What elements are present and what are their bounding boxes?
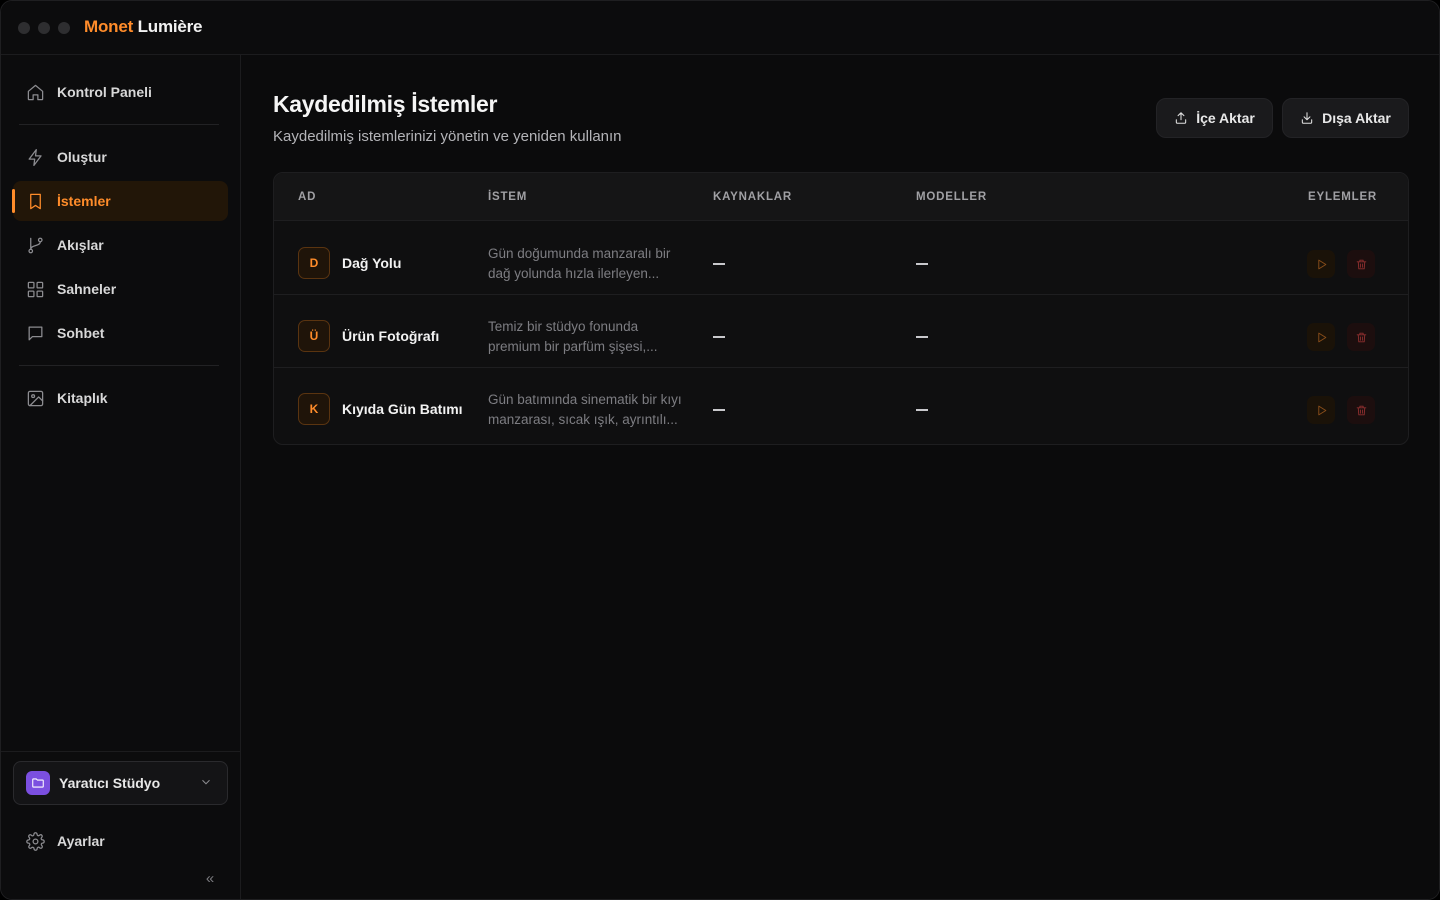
table-row[interactable]: K Kıyıda Gün Batımı Gün batımında sinema…	[274, 368, 1408, 441]
window-controls	[18, 22, 70, 34]
sidebar-item-flows[interactable]: Akışlar	[13, 225, 228, 265]
column-header-actions: EYLEMLER	[1308, 191, 1378, 203]
chat-icon	[25, 323, 45, 343]
import-label: İçe Aktar	[1196, 110, 1255, 126]
prompt-name: Kıyıda Gün Batımı	[342, 401, 463, 417]
home-icon	[25, 82, 45, 102]
sidebar-item-settings[interactable]: Ayarlar	[13, 821, 228, 861]
import-button[interactable]: İçe Aktar	[1156, 98, 1273, 138]
trash-icon	[1356, 259, 1366, 269]
export-button[interactable]: Dışa Aktar	[1282, 98, 1409, 138]
sidebar-bottom-divider	[1, 751, 241, 752]
models-empty: —	[916, 409, 928, 411]
sidebar-item-label: Oluştur	[57, 149, 107, 165]
page-subtitle: Kaydedilmiş istemlerinizi yönetin ve yen…	[273, 128, 622, 145]
close-window-button[interactable]	[18, 22, 30, 34]
upload-icon	[1175, 112, 1187, 124]
trash-icon	[1356, 332, 1366, 342]
models-empty: —	[916, 336, 928, 338]
brand-logo: Monet Lumière	[84, 17, 203, 37]
sidebar-item-label: Sahneler	[57, 281, 117, 297]
table-row[interactable]: Ü Ürün Fotoğrafı Temiz bir stüdyo fonund…	[274, 295, 1408, 368]
git-branch-icon	[25, 235, 45, 255]
run-prompt-button[interactable]	[1307, 250, 1335, 278]
delete-prompt-button[interactable]	[1347, 250, 1375, 278]
run-prompt-button[interactable]	[1307, 396, 1335, 424]
table-header: AD İSTEM KAYNAKLAR MODELLER EYLEMLER	[274, 173, 1408, 221]
trash-icon	[1356, 405, 1366, 415]
delete-prompt-button[interactable]	[1347, 396, 1375, 424]
download-icon	[1301, 112, 1313, 124]
delete-prompt-button[interactable]	[1347, 323, 1375, 351]
workspace-selector[interactable]: Yaratıcı Stüdyo	[13, 761, 228, 805]
brand-rest: Lumière	[137, 17, 203, 36]
bookmark-icon	[25, 191, 45, 211]
sidebar-item-label: İstemler	[57, 193, 111, 209]
gear-icon	[25, 831, 45, 851]
table-row[interactable]: D Dağ Yolu Gün doğumunda manzaralı bir d…	[274, 222, 1408, 295]
export-label: Dışa Aktar	[1322, 110, 1391, 126]
prompt-avatar: Ü	[298, 320, 330, 352]
play-icon	[1317, 405, 1326, 415]
play-icon	[1317, 259, 1326, 269]
sidebar-item-label: Kitaplık	[57, 390, 108, 406]
sidebar-item-chat[interactable]: Sohbet	[13, 313, 228, 353]
sources-empty: —	[713, 263, 725, 265]
maximize-window-button[interactable]	[58, 22, 70, 34]
play-icon	[1317, 332, 1326, 342]
prompt-avatar: D	[298, 247, 330, 279]
minimize-window-button[interactable]	[38, 22, 50, 34]
sidebar: Kontrol Paneli Oluştur İstemler Akışlar	[1, 55, 241, 899]
main-content: Kaydedilmiş İstemler Kaydedilmiş istemle…	[242, 55, 1439, 899]
image-icon	[25, 388, 45, 408]
page-title: Kaydedilmiş İstemler	[273, 91, 498, 117]
sidebar-item-label: Sohbet	[57, 325, 105, 341]
collapse-sidebar-button[interactable]: «	[201, 871, 219, 887]
column-header-sources: KAYNAKLAR	[713, 191, 792, 203]
sidebar-item-prompts[interactable]: İstemler	[12, 181, 228, 221]
prompt-text: Gün doğumunda manzaralı bir dağ yolunda …	[488, 246, 671, 281]
sidebar-item-library[interactable]: Kitaplık	[13, 378, 228, 418]
prompt-name: Dağ Yolu	[342, 255, 402, 271]
sources-empty: —	[713, 336, 725, 338]
chevron-down-icon	[199, 775, 215, 791]
workspace-label: Yaratıcı Stüdyo	[59, 775, 161, 791]
folder-icon	[26, 771, 50, 795]
prompt-avatar: K	[298, 393, 330, 425]
run-prompt-button[interactable]	[1307, 323, 1335, 351]
sidebar-item-label: Akışlar	[57, 237, 104, 253]
sidebar-divider	[19, 365, 219, 366]
prompt-text: Temiz bir stüdyo fonunda premium bir par…	[488, 319, 658, 354]
sidebar-item-label: Ayarlar	[57, 833, 105, 849]
sidebar-divider	[19, 124, 219, 125]
app-window: Monet Lumière Kontrol Paneli Oluştur İst…	[0, 0, 1440, 900]
title-bar: Monet Lumière	[1, 1, 1439, 55]
prompt-text: Gün batımında sinematik bir kıyı manzara…	[488, 392, 682, 427]
column-header-name: AD	[298, 191, 317, 203]
sidebar-item-dashboard[interactable]: Kontrol Paneli	[13, 72, 228, 112]
sidebar-item-scenes[interactable]: Sahneler	[13, 269, 228, 309]
bolt-icon	[25, 147, 45, 167]
sidebar-item-create[interactable]: Oluştur	[13, 137, 228, 177]
sidebar-item-label: Kontrol Paneli	[57, 84, 152, 100]
sources-empty: —	[713, 409, 725, 411]
column-header-models: MODELLER	[916, 191, 987, 203]
column-header-prompt: İSTEM	[488, 191, 528, 203]
brand-accent: Monet	[84, 17, 134, 36]
grid-icon	[25, 279, 45, 299]
prompts-table: AD İSTEM KAYNAKLAR MODELLER EYLEMLER D D…	[273, 172, 1409, 445]
models-empty: —	[916, 263, 928, 265]
prompt-name: Ürün Fotoğrafı	[342, 328, 440, 344]
